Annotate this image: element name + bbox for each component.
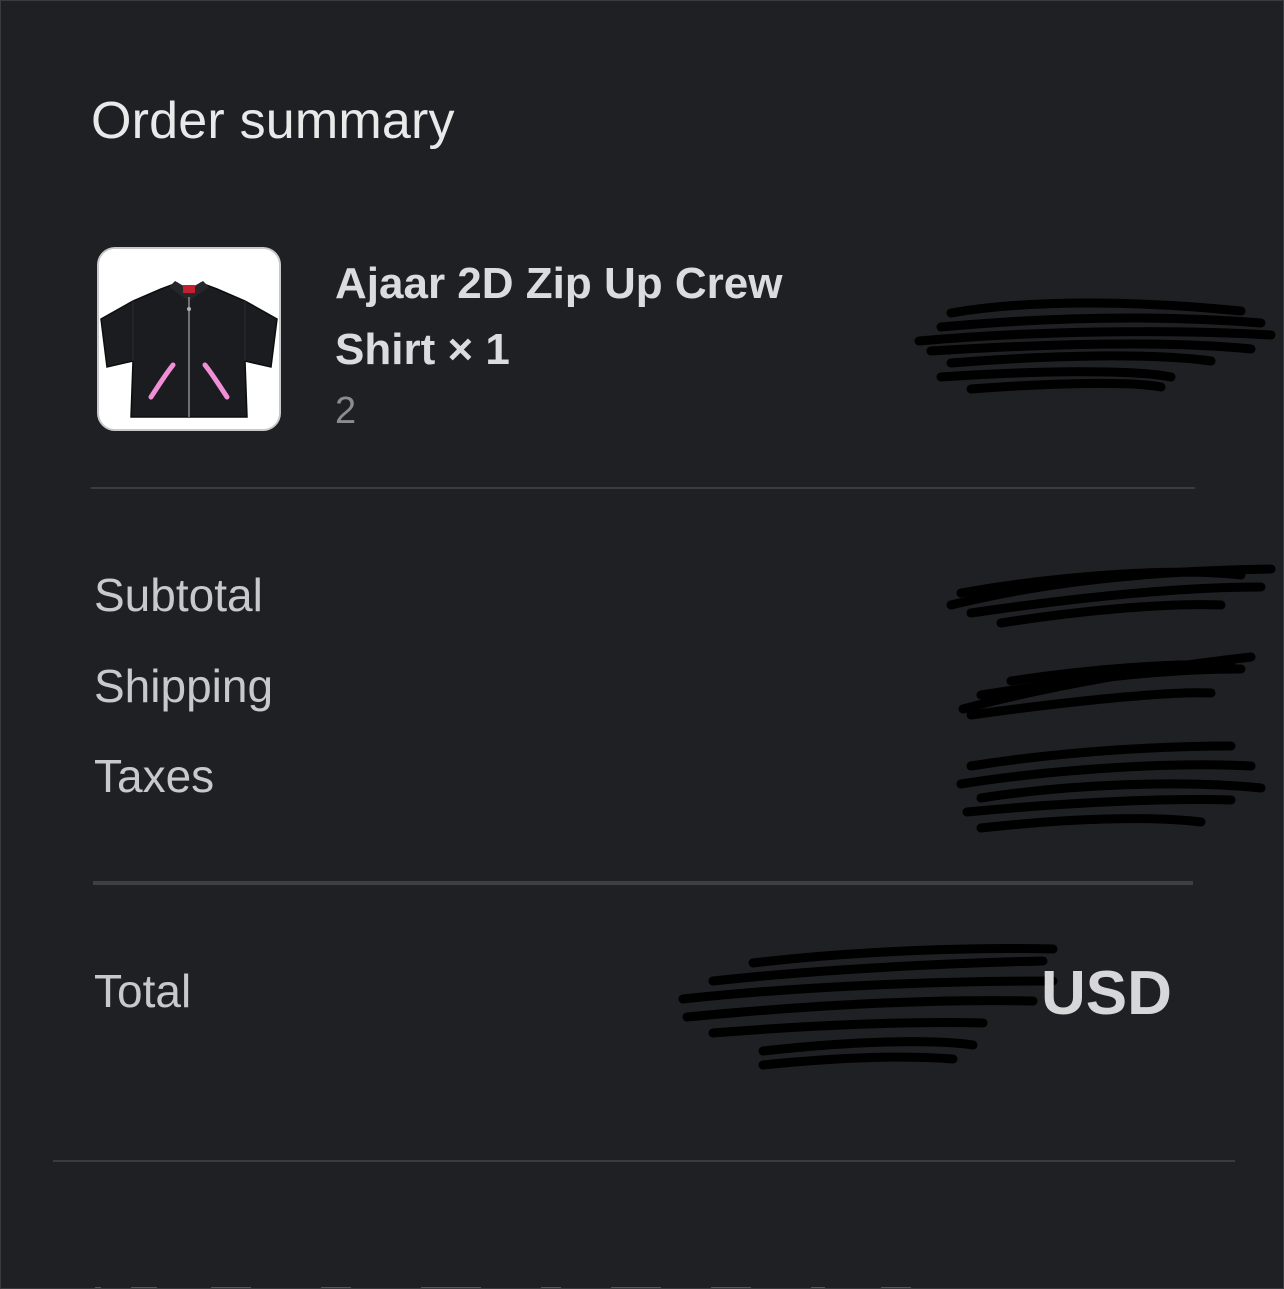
total-label: Total (94, 965, 192, 1017)
redacted-taxes-value (956, 741, 1266, 833)
order-summary-panel: Order summary Ajaar 2D Zip Up Crew Shirt… (0, 0, 1284, 1289)
redacted-item-price (914, 298, 1276, 394)
redacted-total-value (678, 944, 1058, 1070)
product-name: Ajaar 2D Zip Up Crew Shirt × 1 (335, 259, 783, 374)
cut-off-text-fragment (95, 1287, 911, 1288)
product-variant: 2 (335, 390, 357, 432)
redacted-subtotal-value (946, 564, 1276, 628)
subtotal-label: Subtotal (94, 569, 263, 621)
taxes-label: Taxes (94, 750, 215, 802)
divider-bottom (53, 1160, 1235, 1162)
divider-item (91, 487, 1195, 489)
shipping-label: Shipping (94, 660, 274, 712)
divider-costs (93, 881, 1193, 885)
total-currency: USD (1041, 959, 1172, 1028)
shirt-image (99, 249, 279, 429)
redacted-shipping-value (958, 652, 1256, 720)
product-thumbnail[interactable] (97, 247, 281, 431)
order-summary-title: Order summary (91, 92, 455, 150)
